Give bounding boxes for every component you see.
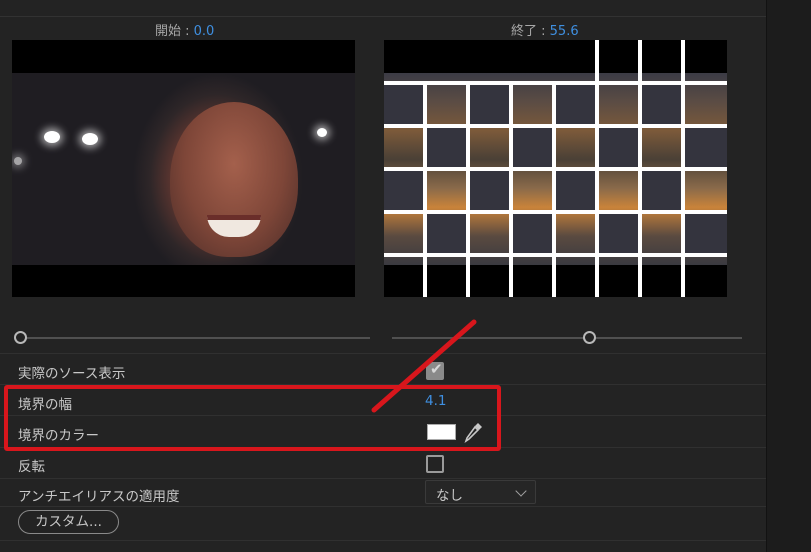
light-spot: [14, 157, 22, 165]
row-divider: [0, 506, 766, 507]
start-label: 開始 :: [155, 24, 194, 39]
chevron-down-icon: [515, 485, 527, 497]
reverse-checkbox[interactable]: [426, 455, 444, 473]
end-header: 終了 : 55.6: [511, 20, 579, 39]
show-actual-source-label: 実際のソース表示: [18, 366, 126, 382]
annotation-highlight-box: [4, 385, 501, 451]
antialias-dropdown[interactable]: なし: [425, 480, 536, 504]
checker-grid: [384, 40, 727, 297]
show-actual-source-checkbox[interactable]: ✔: [426, 360, 444, 380]
end-preview-thumbnail: [384, 40, 727, 297]
transition-settings-panel: 開始 : 0.0 終了 : 55.6 実際のソース表示 ✔ 境界の幅 4.1 境…: [0, 0, 766, 552]
light-spot: [317, 128, 327, 137]
end-slider-knob[interactable]: [583, 331, 596, 344]
start-value[interactable]: 0.0: [194, 24, 215, 39]
light-spot: [44, 131, 60, 143]
end-slider-track[interactable]: [392, 337, 742, 339]
row-divider: [0, 540, 766, 541]
antialias-label: アンチエイリアスの適用度: [18, 489, 180, 505]
start-slider-track[interactable]: [26, 337, 370, 339]
row-divider: [0, 353, 766, 354]
end-value[interactable]: 55.6: [550, 24, 579, 39]
checkmark-icon: ✔: [430, 360, 443, 378]
reverse-label: 反転: [18, 459, 45, 475]
start-header: 開始 : 0.0: [155, 20, 214, 39]
top-divider: [0, 16, 766, 17]
custom-button[interactable]: カスタム...: [18, 510, 119, 534]
row-divider: [0, 478, 766, 479]
start-slider-knob[interactable]: [14, 331, 27, 344]
vertical-scrollbar[interactable]: [766, 0, 811, 552]
light-spot: [82, 133, 98, 145]
end-label: 終了 :: [511, 24, 550, 39]
start-preview-thumbnail: [12, 40, 355, 297]
antialias-selected-value: なし: [436, 488, 463, 504]
